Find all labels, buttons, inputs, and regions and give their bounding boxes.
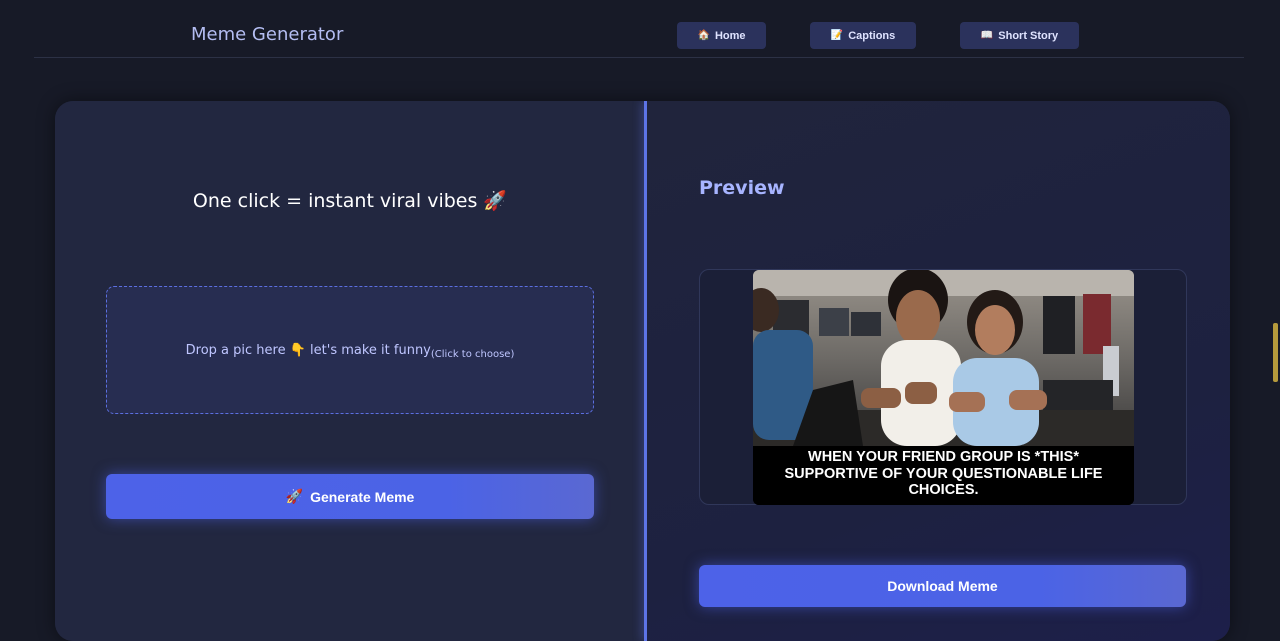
preview-container: WHEN YOUR FRIEND GROUP IS *THIS* SUPPORT… — [699, 269, 1187, 505]
preview-panel: Preview WHEN YOUR FRIEND GROUP IS *THIS*… — [647, 101, 1230, 641]
upload-panel: One click = instant viral vibes 🚀 Drop a… — [55, 101, 645, 641]
tagline: One click = instant viral vibes 🚀 — [192, 190, 508, 212]
nav-captions-label: Captions — [848, 29, 896, 42]
rocket-icon: 🚀 — [285, 488, 304, 504]
meme-caption: WHEN YOUR FRIEND GROUP IS *THIS* SUPPORT… — [753, 446, 1134, 505]
nav-home-button[interactable]: 🏠 Home — [677, 22, 766, 49]
scrollbar-thumb[interactable] — [1273, 323, 1278, 382]
preview-title: Preview — [699, 177, 785, 199]
nav-short-story-label: Short Story — [998, 29, 1059, 42]
meme-photo — [753, 270, 1134, 446]
meme-preview-image: WHEN YOUR FRIEND GROUP IS *THIS* SUPPORT… — [753, 270, 1134, 505]
header-divider — [34, 57, 1244, 58]
generator-card: One click = instant viral vibes 🚀 Drop a… — [55, 101, 1230, 641]
brand-title[interactable]: Meme Generator — [191, 24, 343, 45]
generate-meme-label: Generate Meme — [310, 488, 415, 505]
nav-captions-button[interactable]: 📝 Captions — [810, 22, 916, 49]
dropzone-text: Drop a pic here 👇 let's make it funny — [185, 342, 431, 358]
top-navigation-bar: Meme Generator 🏠 Home 📝 Captions 📖 Short… — [0, 0, 1280, 72]
home-icon: 🏠 — [697, 30, 710, 41]
generate-meme-button[interactable]: 🚀 Generate Meme — [106, 474, 594, 519]
image-dropzone[interactable]: Drop a pic here 👇 let's make it funny (C… — [106, 286, 594, 414]
nav-short-story-button[interactable]: 📖 Short Story — [960, 22, 1079, 49]
memo-icon: 📝 — [830, 30, 844, 41]
nav-home-label: Home — [714, 29, 746, 42]
dropzone-hint: (Click to choose) — [430, 348, 515, 360]
download-meme-button[interactable]: Download Meme — [699, 565, 1186, 607]
book-icon: 📖 — [980, 30, 994, 41]
